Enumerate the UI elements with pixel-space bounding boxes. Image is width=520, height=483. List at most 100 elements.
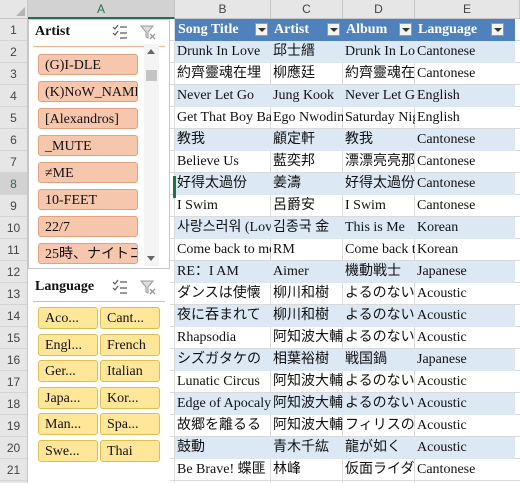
cell-album[interactable]: よるのない: [343, 283, 415, 305]
cell-language[interactable]: Korean: [415, 217, 515, 239]
cell-artist[interactable]: 相葉裕樹: [271, 349, 343, 371]
column-header-c[interactable]: C: [271, 0, 343, 18]
row-header-6[interactable]: 6: [0, 129, 27, 151]
cell-language[interactable]: English: [415, 107, 515, 129]
table-row[interactable]: Rhapsodia 阿知波大輔 よるのない Acoustic: [175, 327, 515, 349]
cell-album[interactable]: よるのない: [343, 327, 415, 349]
cell-language[interactable]: Cantonese: [415, 129, 515, 151]
language-slicer-item[interactable]: Cant...: [100, 307, 160, 329]
language-slicer-item[interactable]: Man...: [38, 413, 98, 435]
cell-song-title[interactable]: シズガタケの: [175, 349, 271, 371]
artist-slicer-item[interactable]: (K)NoW_NAME: [38, 81, 138, 102]
clear-filter-icon[interactable]: [139, 23, 157, 41]
table-row[interactable]: Come back to meRMCome back to meKorean: [175, 239, 515, 261]
cell-artist[interactable]: 青木千紘: [271, 437, 343, 459]
cell-artist[interactable]: Aimer: [271, 261, 343, 283]
cell-song-title[interactable]: Rhapsodia: [175, 327, 271, 349]
cell-artist[interactable]: 柳川和樹: [271, 305, 343, 327]
language-slicer-item[interactable]: Aco...: [38, 307, 98, 329]
table-row[interactable]: 夜に吞まれて 柳川和樹 よるのない Acoustic: [175, 305, 515, 327]
row-header-10[interactable]: 10: [0, 217, 27, 239]
row-header-12[interactable]: 12: [0, 261, 27, 283]
language-slicer-item[interactable]: Spa...: [100, 413, 160, 435]
cell-album[interactable]: Drunk In Love: [343, 41, 415, 63]
row-header-1[interactable]: 1: [0, 19, 27, 41]
row-header-7[interactable]: 7: [0, 151, 27, 173]
row-header-9[interactable]: 9: [0, 195, 27, 217]
cell-artist[interactable]: 柳川和樹: [271, 283, 343, 305]
table-row[interactable]: ダンスは使懐 柳川和樹 よるのない Acoustic: [175, 283, 515, 305]
cell-language[interactable]: Korean: [415, 239, 515, 261]
cell-song-title[interactable]: 사랑스러워 (Lovely): [175, 217, 271, 239]
cell-song-title[interactable]: 約齊靈魂在埋: [175, 63, 271, 85]
cell-song-title[interactable]: 故郷を離るる: [175, 415, 271, 437]
table-row[interactable]: Get That Boy BackEgo NwodimSaturday Nigh…: [175, 107, 515, 129]
cell-language[interactable]: Japanese: [415, 349, 515, 371]
cell-language[interactable]: Acoustic: [415, 393, 515, 415]
table-row[interactable]: 鼓動 青木千紘 龍が如く Acoustic: [175, 437, 515, 459]
dropdown-arrow-icon[interactable]: [399, 23, 412, 36]
table-row[interactable]: I Swim 呂爵安 I Swim Cantonese: [175, 195, 515, 217]
language-slicer-item[interactable]: Italian: [100, 360, 160, 382]
cell-song-title[interactable]: 教我: [175, 129, 271, 151]
cell-album[interactable]: 漂漂亮亮那怕被下: [343, 151, 415, 173]
cell-album[interactable]: I Swim: [343, 195, 415, 217]
cell-artist[interactable]: 林峰: [271, 459, 343, 481]
cell-artist[interactable]: 阿知波大輔: [271, 393, 343, 415]
artist-slicer[interactable]: Artist (G)I-DLE (K)NoW_NAME [Alexandros] _M…: [28, 19, 170, 269]
cell-language[interactable]: Cantonese: [415, 459, 515, 481]
cell-artist[interactable]: RM: [271, 239, 343, 261]
table-row[interactable]: 教我 顧定軒 教我 Cantonese: [175, 129, 515, 151]
table-row[interactable]: 故郷を離るる 阿知波大輔 フィリスの Acoustic: [175, 415, 515, 437]
cell-artist[interactable]: 姜濤: [271, 173, 343, 195]
artist-slicer-item[interactable]: 22/7: [38, 216, 138, 237]
cell-album[interactable]: Never Let Go: [343, 85, 415, 107]
row-header-15[interactable]: 15: [0, 327, 27, 349]
cell-song-title[interactable]: Lunatic Circus: [175, 371, 271, 393]
cell-language[interactable]: Cantonese: [415, 151, 515, 173]
table-row[interactable]: 好得太過份 姜濤 好得太過份 Cantonese: [175, 173, 515, 195]
cell-album[interactable]: 仮面ライダー: [343, 459, 415, 481]
cell-album[interactable]: Saturday Night Live: [343, 107, 415, 129]
table-row[interactable]: Never Let Go Jung Kook Never Let Go English: [175, 85, 515, 107]
row-header-16[interactable]: 16: [0, 349, 27, 371]
dropdown-arrow-icon[interactable]: [491, 23, 504, 36]
cell-song-title[interactable]: Believe Us: [175, 151, 271, 173]
cell-language[interactable]: English: [415, 85, 515, 107]
artist-slicer-item[interactable]: 10-FEET: [38, 189, 138, 210]
cell-song-title[interactable]: Get That Boy Back: [175, 107, 271, 129]
cell-language[interactable]: Cantonese: [415, 63, 515, 85]
cell-song-title[interactable]: Be Brave! 蝶匪: [175, 459, 271, 481]
row-header-20[interactable]: 20: [0, 437, 27, 459]
language-slicer-item[interactable]: Kor...: [100, 386, 160, 409]
cell-artist[interactable]: 阿知波大輔: [271, 327, 343, 349]
cell-language[interactable]: Acoustic: [415, 305, 515, 327]
row-header-17[interactable]: 17: [0, 371, 27, 393]
cell-song-title[interactable]: 好得太過份: [175, 173, 271, 195]
cell-song-title[interactable]: ダンスは使懐: [175, 283, 271, 305]
row-header-11[interactable]: 11: [0, 239, 27, 261]
artist-slicer-scrollbar[interactable]: [144, 44, 159, 266]
table-row[interactable]: Be Brave! 蝶匪林峰仮面ライダーCantonese: [175, 459, 515, 481]
row-header-19[interactable]: 19: [0, 415, 27, 437]
row-header-21[interactable]: 21: [0, 459, 27, 481]
cell-album[interactable]: よるのない: [343, 371, 415, 393]
clear-filter-icon[interactable]: [139, 278, 157, 296]
dropdown-arrow-icon[interactable]: [255, 23, 268, 36]
cell-artist[interactable]: 邱士縉: [271, 41, 343, 63]
cell-album[interactable]: 好得太過份: [343, 173, 415, 195]
scroll-down-icon[interactable]: [147, 256, 155, 261]
cell-language[interactable]: Acoustic: [415, 327, 515, 349]
row-header-3[interactable]: 3: [0, 63, 27, 85]
artist-slicer-item[interactable]: [Alexandros]: [38, 108, 138, 129]
cell-song-title[interactable]: RE：I AM: [175, 261, 271, 283]
dropdown-arrow-icon[interactable]: [327, 23, 340, 36]
row-header-8[interactable]: 8: [0, 173, 27, 195]
language-slicer-item[interactable]: Japa...: [38, 386, 98, 409]
cell-artist[interactable]: Jung Kook: [271, 85, 343, 107]
multi-select-icon[interactable]: [111, 23, 129, 41]
column-header-d[interactable]: D: [343, 0, 415, 18]
language-slicer-item[interactable]: Swe...: [38, 439, 98, 462]
cell-song-title[interactable]: 鼓動: [175, 437, 271, 459]
cell-language[interactable]: Acoustic: [415, 371, 515, 393]
